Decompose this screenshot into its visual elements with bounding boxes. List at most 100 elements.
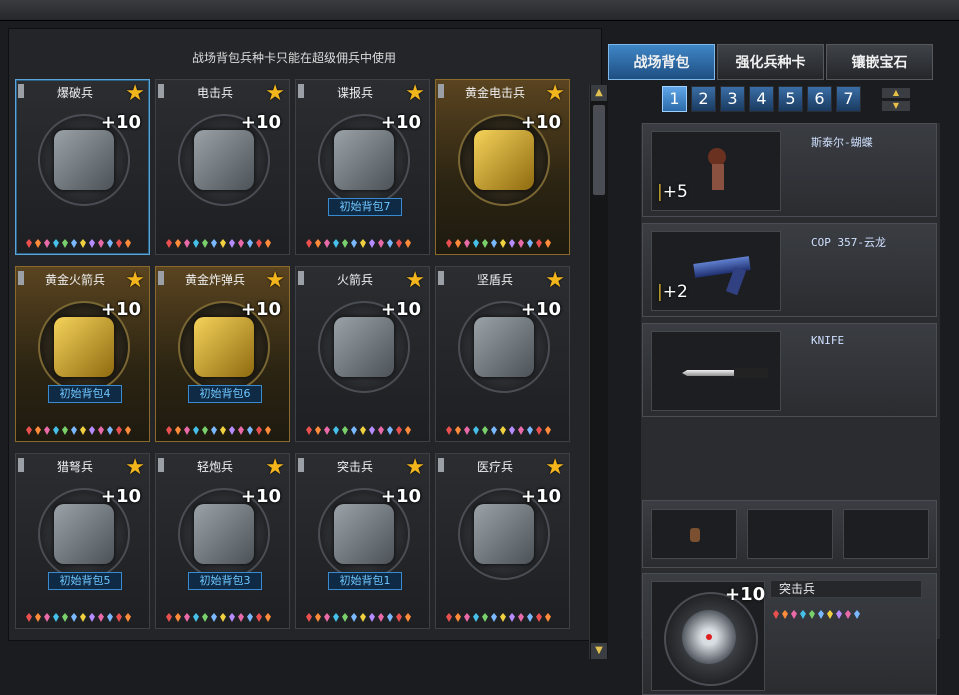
unit-card[interactable]: 黄金电击兵 ★ +10 <box>435 79 570 255</box>
unit-card[interactable]: 谍报兵 ★ +10 初始背包7 <box>295 79 430 255</box>
gem-row <box>306 239 411 248</box>
tab-enhance-card[interactable]: 强化兵种卡 <box>717 44 824 80</box>
page-arrows: ▲ ▼ <box>882 88 910 114</box>
tab-battle-backpack[interactable]: 战场背包 <box>608 44 715 80</box>
star-icon: ★ <box>125 268 145 293</box>
gem-icon <box>482 239 488 248</box>
gem-icon <box>35 613 41 622</box>
page-up-arrow-icon[interactable]: ▲ <box>882 88 910 98</box>
gem-icon <box>247 239 253 248</box>
tab-inlay-gem[interactable]: 镶嵌宝石 <box>826 44 933 80</box>
gem-row <box>26 239 131 248</box>
gem-icon <box>26 613 32 622</box>
star-icon: ★ <box>405 455 425 480</box>
page-button-7[interactable]: 7 <box>836 86 861 112</box>
scroll-down-button[interactable]: ▼ <box>591 643 607 659</box>
unit-card[interactable]: 黄金火箭兵 ★ +10 初始背包4 <box>15 266 150 442</box>
unit-card[interactable]: 黄金炸弹兵 ★ +10 初始背包6 <box>155 266 290 442</box>
gem-icon <box>324 239 330 248</box>
gem-icon <box>53 426 59 435</box>
gem-icon <box>396 613 402 622</box>
gem-icon <box>342 613 348 622</box>
unit-card[interactable]: 轻炮兵 ★ +10 初始背包3 <box>155 453 290 629</box>
card-title: 猎弩兵 <box>56 460 93 474</box>
gem-icon <box>116 426 122 435</box>
gem-icon <box>845 610 851 619</box>
gem-icon <box>175 239 181 248</box>
page-button-5[interactable]: 5 <box>778 86 803 112</box>
gem-icon <box>202 239 208 248</box>
scroll-thumb[interactable] <box>593 105 605 195</box>
gem-icon <box>527 613 533 622</box>
inventory-list: |+5 斯泰尔-蝴蝶 |+2 COP 357-云龙 KNIFE +10 突击兵 <box>641 123 940 695</box>
gem-icon <box>256 239 262 248</box>
mini-slot[interactable] <box>651 509 737 559</box>
shield-icon <box>474 317 534 377</box>
gem-icon <box>238 426 244 435</box>
unit-card[interactable]: 电击兵 ★ +10 <box>155 79 290 255</box>
gem-icon <box>35 426 41 435</box>
gem-icon <box>306 426 312 435</box>
gem-icon <box>360 613 366 622</box>
gem-icon <box>509 239 515 248</box>
gem-icon <box>791 610 797 619</box>
gem-icon <box>333 613 339 622</box>
scroll-up-button[interactable]: ▲ <box>591 85 607 101</box>
unit-card[interactable]: 猎弩兵 ★ +10 初始背包5 <box>15 453 150 629</box>
page-button-2[interactable]: 2 <box>691 86 716 112</box>
card-level: +10 <box>100 299 141 320</box>
gem-row <box>446 239 551 248</box>
mortar-icon <box>194 504 254 564</box>
backpack-tag: 初始背包7 <box>328 198 402 216</box>
gem-icon <box>800 610 806 619</box>
mini-slot[interactable] <box>843 509 929 559</box>
inventory-slot[interactable]: |+5 斯泰尔-蝴蝶 <box>642 123 937 217</box>
page-button-4[interactable]: 4 <box>749 86 774 112</box>
medkit-icon <box>474 504 534 564</box>
rocket-launcher-icon <box>334 317 394 377</box>
unit-card[interactable]: 坚盾兵 ★ +10 <box>435 266 570 442</box>
gem-icon <box>342 426 348 435</box>
gem-icon <box>405 613 411 622</box>
unit-card[interactable]: 突击兵 ★ +10 初始背包1 <box>295 453 430 629</box>
unit-card[interactable]: 医疗兵 ★ +10 <box>435 453 570 629</box>
star-icon: ★ <box>265 81 285 106</box>
inventory-slot[interactable]: |+2 COP 357-云龙 <box>642 223 937 317</box>
gem-icon <box>80 239 86 248</box>
gem-icon <box>98 239 104 248</box>
gem-icon <box>446 239 452 248</box>
gem-icon <box>446 613 452 622</box>
gem-icon <box>44 239 50 248</box>
gem-icon <box>405 239 411 248</box>
card-title: 黄金电击兵 <box>464 86 525 100</box>
card-title: 谍报兵 <box>336 86 373 100</box>
card-level: +10 <box>240 486 281 507</box>
gem-row <box>306 426 411 435</box>
page-down-arrow-icon[interactable]: ▼ <box>882 101 910 111</box>
gem-icon <box>809 610 815 619</box>
unit-card[interactable]: 爆破兵 ★ +10 <box>15 79 150 255</box>
card-title: 坚盾兵 <box>476 273 513 287</box>
sensor-icon <box>334 504 394 564</box>
gem-icon <box>360 239 366 248</box>
page-button-6[interactable]: 6 <box>807 86 832 112</box>
page-button-1[interactable]: 1 <box>662 86 687 112</box>
gem-row <box>166 613 271 622</box>
gem-icon <box>107 613 113 622</box>
mask-icon <box>334 130 394 190</box>
slot-count: |+5 <box>657 182 688 202</box>
mini-slot[interactable] <box>747 509 833 559</box>
gem-icon <box>193 239 199 248</box>
gem-icon <box>44 426 50 435</box>
card-level: +10 <box>520 112 561 133</box>
selected-card-detail: +10 突击兵 <box>642 573 937 695</box>
inventory-slot[interactable]: KNIFE <box>642 323 937 417</box>
gem-icon <box>98 613 104 622</box>
gem-icon <box>455 239 461 248</box>
unit-card[interactable]: 火箭兵 ★ +10 <box>295 266 430 442</box>
slot-name: KNIFE <box>811 334 845 347</box>
gem-icon <box>536 426 542 435</box>
page-button-3[interactable]: 3 <box>720 86 745 112</box>
gem-icon <box>247 426 253 435</box>
star-icon: ★ <box>405 268 425 293</box>
